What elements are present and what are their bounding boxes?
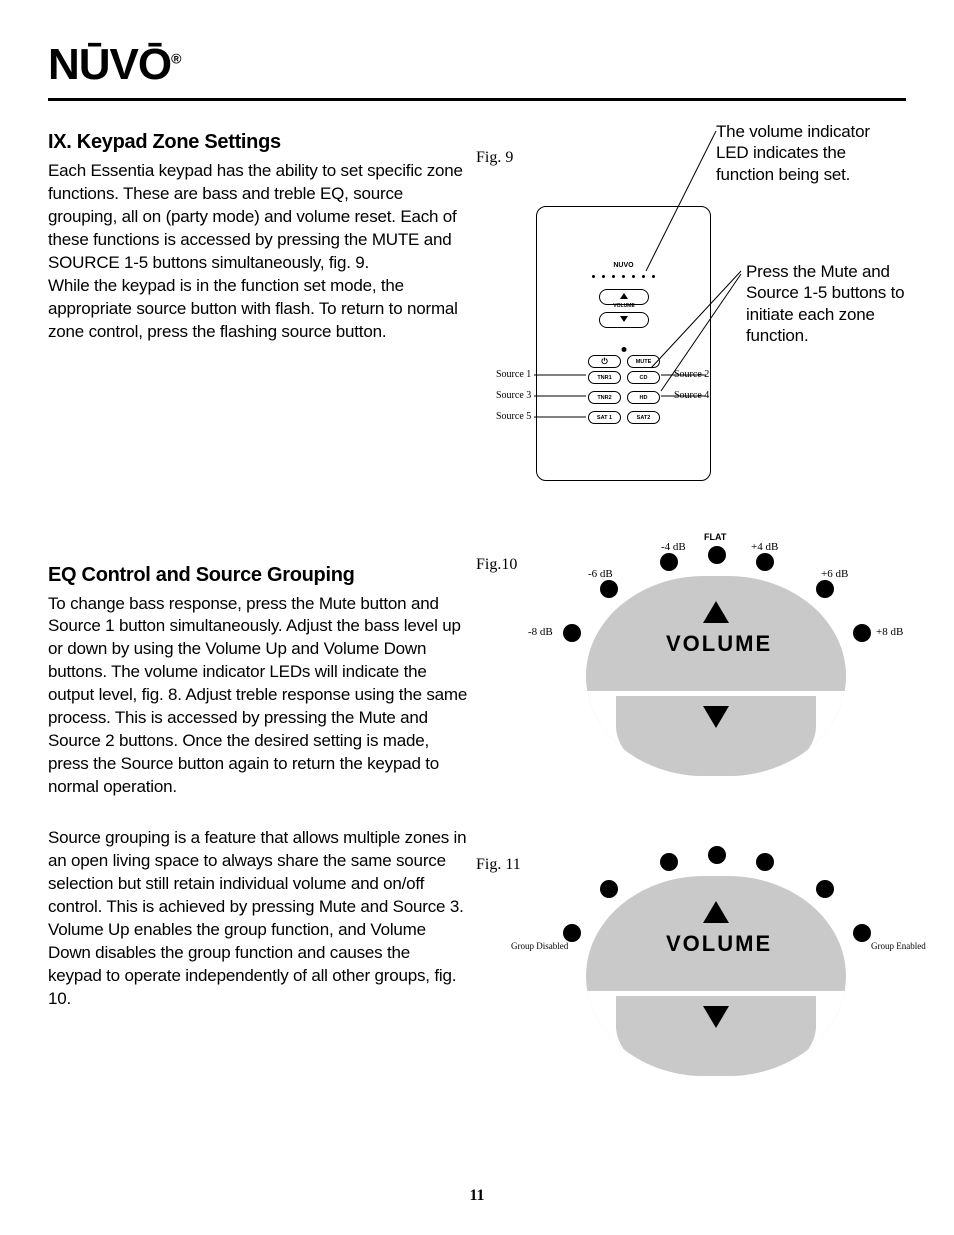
fig10-lab-n4: -4 dB bbox=[661, 541, 686, 553]
fig10-lab-p8: +8 dB bbox=[876, 626, 903, 638]
fig9-callout-2: Press the Mute and Source 1-5 buttons to… bbox=[746, 261, 906, 346]
keypad-ir-dot bbox=[621, 347, 626, 352]
fig11-volume-text: VOLUME bbox=[666, 931, 772, 957]
keypad-mute: MUTE bbox=[627, 355, 660, 368]
fig11-lab-right: Group Enabled bbox=[871, 941, 926, 951]
keypad-outline: NUVO VOLUME ⏻ MUTE TNR1 CD bbox=[536, 206, 711, 481]
section-1-p2: While the keypad is in the function set … bbox=[48, 275, 468, 344]
fig9-label: Fig. 9 bbox=[476, 149, 513, 167]
fig11-dot-7 bbox=[853, 924, 871, 942]
fig10-dot-flat bbox=[708, 546, 726, 564]
header-rule bbox=[48, 98, 906, 101]
fig10-dot-n8 bbox=[563, 624, 581, 642]
section-2-p1: To change bass response, press the Mute … bbox=[48, 593, 468, 799]
keypad-btn-hd: HD bbox=[627, 391, 660, 404]
keypad-brand: NUVO bbox=[537, 262, 710, 269]
fig10-lab-p4: +4 dB bbox=[751, 541, 778, 553]
logo-row: NŪVŌ® bbox=[48, 40, 906, 90]
fig11-dot-2 bbox=[600, 880, 618, 898]
page-number: 11 bbox=[0, 1187, 954, 1205]
keypad-led-row bbox=[537, 275, 710, 278]
fig10-volume-text: VOLUME bbox=[666, 631, 772, 657]
fig10-dot-p6 bbox=[816, 580, 834, 598]
fig10-dot-n6 bbox=[600, 580, 618, 598]
fig11-up-icon bbox=[703, 901, 729, 923]
keypad-volume-down bbox=[599, 312, 649, 328]
keypad-power: ⏻ bbox=[588, 355, 621, 368]
src-label-2: Source 2 bbox=[674, 369, 709, 380]
fig10-dot-n4 bbox=[660, 553, 678, 571]
brand-name: NŪVŌ bbox=[48, 40, 171, 89]
fig10-dot-p8 bbox=[853, 624, 871, 642]
fig10-label: Fig.10 bbox=[476, 556, 517, 574]
left-column: IX. Keypad Zone Settings Each Essentia k… bbox=[48, 131, 468, 1020]
registered-mark: ® bbox=[171, 50, 180, 66]
fig10-lab-n8: -8 dB bbox=[528, 626, 553, 638]
fig10-lab-flat: FLAT bbox=[704, 532, 726, 542]
section-1-p1: Each Essentia keypad has the ability to … bbox=[48, 160, 468, 275]
src-label-1: Source 1 bbox=[496, 369, 531, 380]
keypad-btn-tnr1: TNR1 bbox=[588, 371, 621, 384]
fig10-up-icon bbox=[703, 601, 729, 623]
fig10-lab-n6: -6 dB bbox=[588, 568, 613, 580]
fig11-dot-1 bbox=[563, 924, 581, 942]
section-2-p2: Source grouping is a feature that allows… bbox=[48, 827, 468, 1011]
figure-9: Fig. 9 The volume indicator LED indicate… bbox=[476, 131, 906, 511]
fig11-dot-5 bbox=[756, 853, 774, 871]
section-1-heading: IX. Keypad Zone Settings bbox=[48, 131, 468, 154]
src-label-3: Source 3 bbox=[496, 390, 531, 401]
fig10-down-icon bbox=[703, 706, 729, 728]
keypad-btn-tnr2: TNR2 bbox=[588, 391, 621, 404]
keypad-btn-sat2: SAT2 bbox=[627, 411, 660, 424]
fig11-lab-left: Group Disabled bbox=[511, 941, 568, 951]
fig10-lab-p6: +6 dB bbox=[821, 568, 848, 580]
fig11-dot-3 bbox=[660, 853, 678, 871]
figure-11: Fig. 11 VOLUME Group D bbox=[476, 846, 876, 1036]
section-2-heading: EQ Control and Source Grouping bbox=[48, 564, 468, 587]
right-column: Fig. 9 The volume indicator LED indicate… bbox=[476, 131, 906, 1020]
fig11-dot-4 bbox=[708, 846, 726, 864]
fig11-down-icon bbox=[703, 1006, 729, 1028]
fig11-label: Fig. 11 bbox=[476, 856, 521, 874]
keypad-volume-up: VOLUME bbox=[599, 289, 649, 305]
figure-10: Fig.10 VOLUME -8 dB bbox=[476, 546, 876, 736]
keypad-btn-cd: CD bbox=[627, 371, 660, 384]
src-label-4: Source 4 bbox=[674, 390, 709, 401]
brand-logo: NŪVŌ® bbox=[48, 40, 180, 90]
fig11-dot-6 bbox=[816, 880, 834, 898]
src-label-5: Source 5 bbox=[496, 411, 531, 422]
keypad-btn-sat1: SAT 1 bbox=[588, 411, 621, 424]
fig10-dot-p4 bbox=[756, 553, 774, 571]
fig9-callout-1: The volume indicator LED indicates the f… bbox=[716, 121, 886, 185]
